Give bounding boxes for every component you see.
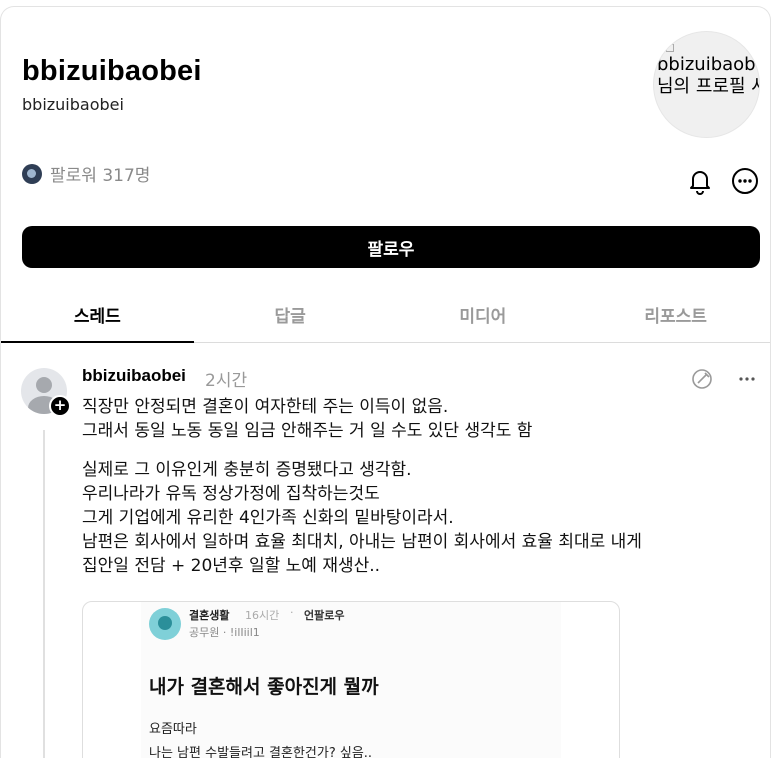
- tab-replies[interactable]: 답글: [194, 287, 387, 342]
- avatar-head: [36, 377, 52, 393]
- embed-separator: ·: [290, 606, 294, 619]
- post-text-line: 우리나라가 유독 정상가정에 집착하는것도: [82, 484, 380, 504]
- post-text-line: 그게 기업에게 유리한 4인가족 신화의 밑바탕이라서.: [82, 508, 454, 528]
- post-text-line: 남편은 회사에서 일하며 효율 최대치, 아내는 남편이 회사에서 효율 최대로…: [82, 532, 642, 552]
- embed-subtitle: 공무원 · !ilIiil1: [189, 626, 260, 639]
- tab-reposts[interactable]: 리포스트: [579, 287, 770, 342]
- plus-icon[interactable]: +: [49, 395, 71, 417]
- more-options-icon[interactable]: [731, 167, 759, 195]
- post-text-line: 실제로 그 이유인게 충분히 증명됐다고 생각함.: [82, 460, 412, 480]
- profile-display-name: bbizuibaobei: [22, 55, 202, 87]
- post-text-line: 집안일 전담 + 20년후 일할 노예 재생산..: [82, 556, 381, 576]
- post-body: 직장만 안정되면 결혼이 여자한테 주는 이득이 없음. 그래서 동일 노동 동…: [82, 395, 762, 578]
- profile-page: bbizuibaobei bbizuibaobei bbizuibaobei님의…: [0, 6, 771, 758]
- follower-avatar: [22, 163, 42, 184]
- edit-icon[interactable]: [691, 368, 713, 390]
- post-text-line: 직장만 안정되면 결혼이 여자한테 주는 이득이 없음.: [82, 397, 449, 417]
- profile-tabs: 스레드 답글 미디어 리포스트: [1, 287, 770, 343]
- broken-image-icon: [666, 44, 674, 52]
- embed-text-line: 요즘따라: [149, 722, 197, 737]
- profile-username: bbizuibaobei: [22, 95, 124, 114]
- ellipsis-icon[interactable]: [736, 368, 758, 390]
- followers-link[interactable]: 팔로워 317명: [22, 161, 150, 186]
- community-logo-icon: [149, 608, 181, 640]
- post-time: 2시간: [205, 371, 248, 391]
- thread-post[interactable]: + bbizuibaobei 2시간 직장만 안정되면 결혼이 여자한테 주는 …: [1, 344, 770, 758]
- embed-follow-status: 언팔로우: [304, 609, 345, 622]
- profile-picture-alt: bbizuibaobei님의 프로필 사진: [657, 54, 759, 97]
- thread-line: [43, 430, 45, 758]
- embed-age: 16시간: [245, 609, 280, 622]
- post-author[interactable]: bbizuibaobei: [82, 366, 186, 386]
- tab-threads[interactable]: 스레드: [1, 287, 194, 343]
- embed-text-line: 나는 남편 수발들려고 결혼한건가? 싶음..: [149, 746, 373, 758]
- post-text-line: 그래서 동일 노동 동일 임금 안해주는 거 일 수도 있단 생각도 함: [82, 421, 533, 441]
- bell-icon[interactable]: [686, 167, 714, 195]
- embed-community: 결혼생활: [189, 609, 230, 622]
- embed-title: 내가 결혼해서 좋아진게 뭘까: [149, 676, 379, 698]
- follow-button[interactable]: 팔로우: [22, 226, 760, 268]
- profile-picture[interactable]: bbizuibaobei님의 프로필 사진: [653, 31, 760, 138]
- followers-count: 팔로워 317명: [50, 166, 151, 186]
- tab-media[interactable]: 미디어: [387, 287, 580, 342]
- embedded-screenshot[interactable]: 결혼생활 16시간 · 언팔로우 공무원 · !ilIiil1 내가 결혼해서 …: [82, 601, 620, 758]
